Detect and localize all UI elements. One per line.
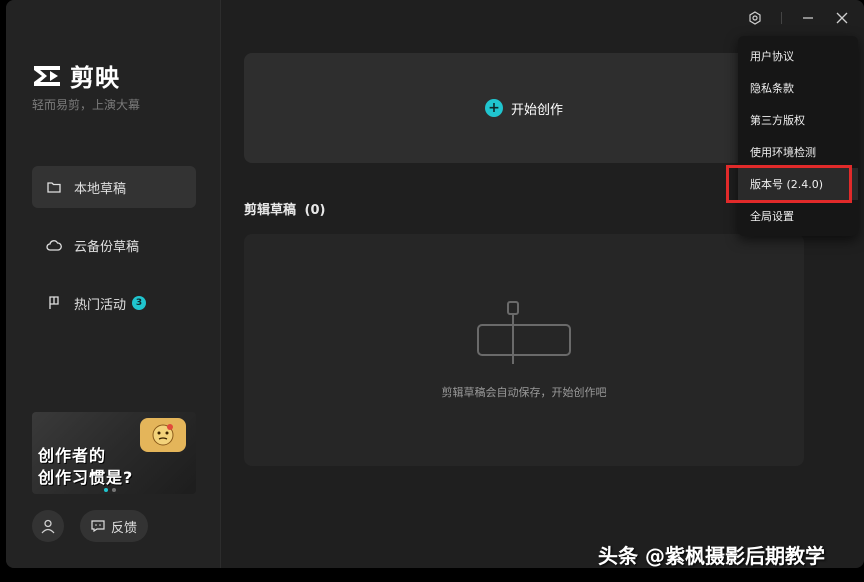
- cloud-icon: [46, 237, 62, 253]
- titlebar-divider: [781, 12, 782, 24]
- banner-title-line1: 创作者的: [38, 446, 107, 465]
- sidebar-item-label: 热门活动: [74, 297, 127, 313]
- app-name: 剪映: [70, 64, 120, 92]
- menu-item-third-party-copyright[interactable]: 第三方版权: [738, 104, 858, 136]
- start-creation-button[interactable]: + 开始创作: [244, 53, 804, 163]
- user-icon: [41, 519, 55, 534]
- drafts-count: (0): [304, 203, 326, 218]
- empty-drafts-message: 剪辑草稿会自动保存，开始创作吧: [441, 386, 607, 399]
- drafts-section-title: 剪辑草稿 (0): [244, 199, 325, 218]
- sidebar: 剪映 轻而易剪，上演大幕 本地草稿 云备份草稿 热门活动 3 创作者的 创作习惯…: [6, 0, 221, 568]
- thinking-emoji-icon: [140, 418, 186, 452]
- banner-pagination: [104, 488, 116, 492]
- sidebar-item-cloud-drafts[interactable]: 云备份草稿: [32, 224, 196, 266]
- settings-dropdown-menu: 用户协议 隐私条款 第三方版权 使用环境检测 版本号 (2.4.0) 全局设置: [738, 36, 858, 236]
- flag-icon: [46, 295, 62, 311]
- sidebar-item-label: 本地草稿: [74, 181, 127, 197]
- capcut-logo-icon: [32, 62, 62, 90]
- drafts-panel: 剪辑草稿会自动保存，开始创作吧: [244, 234, 804, 466]
- minimize-icon: [803, 17, 813, 19]
- banner-dot[interactable]: [112, 488, 116, 492]
- folder-icon: [46, 179, 62, 195]
- notification-badge: 3: [132, 296, 147, 310]
- minimize-button[interactable]: [800, 10, 816, 26]
- gear-icon: [749, 11, 761, 25]
- sidebar-item-label: 云备份草稿: [74, 239, 140, 255]
- promo-banner[interactable]: 创作者的 创作习惯是?: [32, 412, 196, 494]
- app-slogan: 轻而易剪，上演大幕: [32, 98, 141, 112]
- close-button[interactable]: [834, 10, 850, 26]
- menu-item-environment-check[interactable]: 使用环境检测: [738, 136, 858, 168]
- banner-dot[interactable]: [104, 488, 108, 492]
- window-controls: [747, 10, 850, 26]
- settings-gear-button[interactable]: [747, 10, 763, 26]
- app-window: 剪映 轻而易剪，上演大幕 本地草稿 云备份草稿 热门活动 3 创作者的 创作习惯…: [6, 0, 864, 568]
- close-icon: [836, 12, 848, 24]
- sidebar-item-local-drafts[interactable]: 本地草稿: [32, 166, 196, 208]
- app-logo: 剪映: [32, 58, 120, 93]
- plus-icon: +: [484, 99, 503, 117]
- empty-drafts-illustration-icon: [476, 300, 572, 370]
- annotation-highlight-box: [726, 165, 852, 203]
- sidebar-nav: 本地草稿 云备份草稿 热门活动 3: [32, 166, 196, 340]
- menu-item-user-agreement[interactable]: 用户协议: [738, 40, 858, 72]
- user-avatar[interactable]: [32, 510, 64, 542]
- feedback-button[interactable]: 反馈: [80, 510, 148, 542]
- menu-item-privacy-policy[interactable]: 隐私条款: [738, 72, 858, 104]
- start-creation-label: 开始创作: [510, 102, 563, 118]
- feedback-label: 反馈: [110, 520, 137, 536]
- chat-bubble-icon: [91, 520, 105, 532]
- menu-item-global-settings[interactable]: 全局设置: [738, 200, 858, 232]
- banner-title-line2: 创作习惯是?: [38, 468, 134, 487]
- drafts-title-text: 剪辑草稿: [244, 203, 297, 218]
- sidebar-item-hot-events[interactable]: 热门活动 3: [32, 282, 196, 324]
- watermark: 头条 @紫枫摄影后期教学: [598, 544, 825, 568]
